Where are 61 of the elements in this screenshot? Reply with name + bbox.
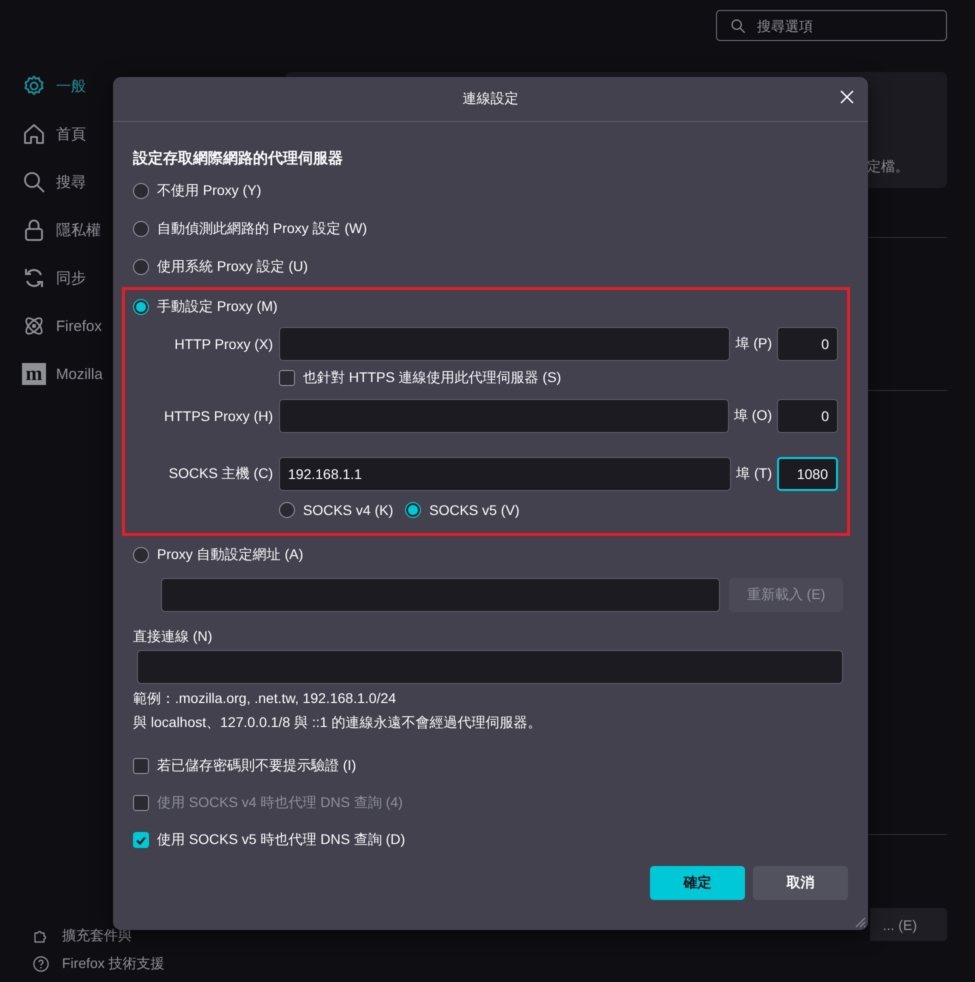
sidebar-link[interactable]: Firefox 技術支援 bbox=[32, 950, 165, 978]
field-label: SOCKS 主機 (C) bbox=[168, 465, 274, 483]
radio-label[interactable]: 不使用 Proxy (Y) bbox=[157, 182, 262, 200]
radio-label[interactable]: 手動設定 Proxy (M) bbox=[157, 298, 278, 316]
hint-text: 與 localhost、127.0.0.1/8 與 ::1 的連線永遠不會經過代理伺服器。 bbox=[133, 713, 542, 732]
gear-icon bbox=[22, 74, 46, 98]
section-heading: 設定存取網際網路的代理伺服器 bbox=[133, 149, 344, 169]
radio-button[interactable] bbox=[133, 221, 149, 237]
logo-icon: m bbox=[22, 363, 46, 385]
field-label: HTTPS Proxy (H) bbox=[163, 408, 274, 424]
port-field[interactable]: 0 bbox=[777, 327, 838, 361]
ok-button[interactable]: 確定 bbox=[650, 866, 745, 900]
sidebar-item[interactable]: 首頁 bbox=[22, 110, 110, 158]
port-field[interactable]: 1080 bbox=[777, 457, 838, 491]
checkbox-label[interactable]: 若已儲存密碼則不要提示驗證 (I) bbox=[157, 756, 356, 774]
search-field[interactable]: 搜尋選項 bbox=[716, 10, 947, 41]
radio-label[interactable]: Proxy 自動設定網址 (A) bbox=[157, 546, 304, 564]
sidebar-item[interactable]: 搜尋 bbox=[22, 158, 110, 206]
radio-button[interactable] bbox=[133, 547, 149, 563]
card-text: 定檔。 bbox=[867, 158, 909, 176]
lock-icon bbox=[22, 218, 46, 242]
cancel-button[interactable]: 取消 bbox=[753, 866, 848, 900]
search-icon bbox=[730, 18, 746, 34]
radio-button[interactable] bbox=[405, 502, 422, 518]
checkbox[interactable] bbox=[133, 832, 149, 848]
field-label: HTTP Proxy (X) bbox=[173, 336, 274, 352]
radio-button[interactable] bbox=[133, 259, 149, 275]
host-field[interactable] bbox=[279, 327, 730, 361]
field-label: 埠 (T) bbox=[735, 465, 773, 483]
radio-label[interactable]: 使用系統 Proxy 設定 (U) bbox=[157, 258, 308, 276]
sidebar-item[interactable]: 隱私權 bbox=[22, 206, 110, 254]
sync-icon bbox=[22, 266, 46, 290]
no-proxy-field[interactable] bbox=[137, 650, 843, 684]
radio-button[interactable] bbox=[133, 183, 149, 199]
sidebar-item[interactable]: 一般 bbox=[22, 62, 110, 110]
field-label: 直接連線 (N) bbox=[133, 627, 214, 646]
settings-button[interactable]: ... (E) bbox=[870, 908, 947, 941]
radio-button[interactable] bbox=[279, 502, 295, 518]
radio-label[interactable]: SOCKS v5 (V) bbox=[429, 502, 520, 518]
home-icon bbox=[22, 122, 46, 146]
hint-text: 範例：.mozilla.org, .net.tw, 192.168.1.0/24 bbox=[133, 689, 398, 708]
field-label: 埠 (O) bbox=[732, 407, 773, 425]
checkbox-label[interactable]: 也針對 HTTPS 連線使用此代理伺服器 (S) bbox=[303, 369, 562, 387]
dialog-title: 連線設定 bbox=[462, 90, 518, 108]
sidebar-item[interactable]: Firefox bbox=[22, 302, 110, 350]
sidebar-item[interactable]: 同步 bbox=[22, 254, 110, 302]
checkbox-label[interactable]: 使用 SOCKS v5 時也代理 DNS 查詢 (D) bbox=[157, 830, 406, 848]
port-field[interactable]: 0 bbox=[777, 399, 838, 433]
checkbox[interactable] bbox=[279, 370, 295, 386]
close-icon[interactable] bbox=[840, 90, 854, 104]
help-icon bbox=[32, 955, 50, 973]
radio-label[interactable]: 自動偵測此網路的 Proxy 設定 (W) bbox=[157, 220, 367, 238]
url-field[interactable] bbox=[161, 578, 720, 612]
host-field[interactable] bbox=[279, 399, 729, 433]
field-label: 埠 (P) bbox=[734, 335, 773, 353]
search-icon bbox=[22, 170, 46, 194]
checkbox[interactable] bbox=[133, 758, 149, 774]
radio-button[interactable] bbox=[133, 299, 149, 315]
radio-label[interactable]: SOCKS v4 (K) bbox=[303, 502, 394, 518]
sidebar-item[interactable]: m Mozilla bbox=[22, 350, 110, 398]
host-field[interactable]: 192.168.1.1 bbox=[279, 457, 732, 491]
